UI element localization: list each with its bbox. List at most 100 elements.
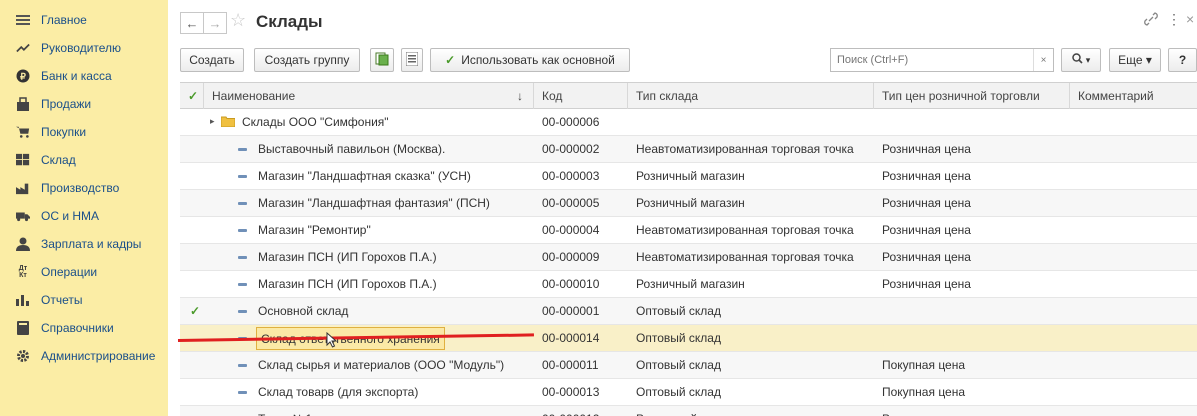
search-button[interactable]: ▾ bbox=[1061, 48, 1101, 72]
favorite-star-icon[interactable]: ☆ bbox=[230, 11, 246, 29]
cell-type: Оптовый склад bbox=[636, 358, 721, 372]
help-button[interactable]: ? bbox=[1168, 48, 1197, 72]
create-group-button[interactable]: Создать группу bbox=[254, 48, 360, 72]
sidebar-item-label: Покупки bbox=[41, 125, 87, 139]
cell-type: Оптовый склад bbox=[636, 331, 721, 345]
sidebar-item-main[interactable]: Главное bbox=[0, 6, 168, 34]
cell-price-type: Розничная цена bbox=[882, 223, 971, 237]
more-vertical-icon[interactable]: ⋮ bbox=[1167, 12, 1181, 26]
create-button-label: Создать bbox=[189, 53, 235, 67]
cell-code: 00-000013 bbox=[542, 385, 600, 399]
sidebar-item-manager[interactable]: Руководителю bbox=[0, 34, 168, 62]
trend-icon bbox=[16, 41, 30, 55]
table-row[interactable]: Точка №1 00-000012 Розничный магазин Роз… bbox=[180, 406, 1197, 416]
checkmark-icon: ✓ bbox=[445, 53, 456, 67]
bank-icon: ₽ bbox=[16, 69, 30, 83]
cell-name: Склад сырья и материалов (ООО "Модуль") bbox=[258, 358, 505, 372]
more-button[interactable]: Еще ▾ bbox=[1109, 48, 1161, 72]
cell-type bbox=[628, 109, 874, 135]
column-header-comment[interactable]: Комментарий bbox=[1070, 83, 1197, 109]
cell-code: 00-000014 bbox=[542, 331, 600, 345]
cell-name: Магазин ПСН (ИП Горохов П.А.) bbox=[258, 250, 437, 264]
cell-price-type: Розничная цена bbox=[882, 169, 971, 183]
table-row[interactable]: ✓ Основной склад 00-000001 Оптовый склад bbox=[180, 298, 1197, 325]
cell-type: Неавтоматизированная торговая точка bbox=[636, 250, 854, 264]
sidebar-item-label: Справочники bbox=[41, 321, 114, 335]
more-button-label: Еще ▾ bbox=[1118, 53, 1152, 67]
svg-text:₽: ₽ bbox=[20, 72, 26, 82]
cell-name: Магазин "Ландшафтная сказка" (УСН) bbox=[258, 169, 471, 183]
column-header-type[interactable]: Тип склада bbox=[628, 83, 874, 109]
sidebar-item-label: Зарплата и кадры bbox=[41, 237, 142, 251]
use-as-main-label: Использовать как основной bbox=[461, 53, 615, 67]
cell-name: Основной склад bbox=[258, 304, 349, 318]
link-icon[interactable] bbox=[1144, 12, 1158, 28]
sidebar-item-label: Продажи bbox=[41, 97, 92, 111]
table-row[interactable]: Магазин "Ремонтир" 00-000004 Неавтоматиз… bbox=[180, 217, 1197, 244]
cell-code: 00-000010 bbox=[542, 277, 600, 291]
back-arrow-icon: ← bbox=[185, 15, 199, 31]
column-header-label: Тип цен розничной торговли bbox=[882, 89, 1040, 103]
warehouses-table: ✓ Наименование ↓ Код Тип склада Тип цен … bbox=[180, 82, 1197, 416]
copy-button[interactable] bbox=[370, 48, 394, 72]
sidebar-item-operations[interactable]: Дт Кт Операции bbox=[0, 258, 168, 286]
column-header-label: Комментарий bbox=[1078, 89, 1154, 103]
cell-type: Оптовый склад bbox=[636, 304, 721, 318]
column-header-name[interactable]: Наименование ↓ bbox=[204, 83, 534, 109]
sidebar-item-purchases[interactable]: Покупки bbox=[0, 118, 168, 146]
cell-code: 00-000011 bbox=[542, 358, 599, 372]
dt-kt-icon-text: Дт Кт bbox=[18, 265, 28, 279]
sidebar-item-admin[interactable]: Администрирование bbox=[0, 342, 168, 370]
sidebar-item-references[interactable]: Справочники bbox=[0, 314, 168, 342]
cell-price-type: Покупная цена bbox=[882, 358, 966, 372]
search-icon bbox=[1071, 53, 1083, 67]
table-row[interactable]: Выставочный павильон (Москва). 00-000002… bbox=[180, 136, 1197, 163]
sales-icon bbox=[16, 97, 30, 111]
check-header-icon: ✓ bbox=[188, 89, 199, 103]
use-as-main-button[interactable]: ✓ Использовать как основной bbox=[430, 48, 630, 72]
sidebar-item-reports[interactable]: Отчеты bbox=[0, 286, 168, 314]
table-row[interactable]: Магазин ПСН (ИП Горохов П.А.) 00-000009 … bbox=[180, 244, 1197, 271]
help-icon: ? bbox=[1178, 53, 1187, 67]
table-header: ✓ Наименование ↓ Код Тип склада Тип цен … bbox=[180, 83, 1197, 109]
cell-type: Розничный магазин bbox=[636, 196, 745, 210]
table-row[interactable]: Склад сырья и материалов (ООО "Модуль") … bbox=[180, 352, 1197, 379]
clear-search-icon[interactable]: × bbox=[1033, 49, 1053, 71]
sidebar-item-fixed-assets[interactable]: ОС и НМА bbox=[0, 202, 168, 230]
cell-code: 00-000004 bbox=[542, 223, 600, 237]
list-settings-button[interactable] bbox=[401, 48, 423, 72]
factory-icon bbox=[16, 181, 30, 195]
list-icon bbox=[405, 51, 419, 69]
create-button[interactable]: Создать bbox=[180, 48, 244, 72]
sidebar-item-label: Операции bbox=[41, 265, 98, 279]
sidebar-item-sales[interactable]: Продажи bbox=[0, 90, 168, 118]
sidebar-item-label: Администрирование bbox=[41, 349, 156, 363]
column-header-check[interactable]: ✓ bbox=[180, 83, 204, 109]
book-icon bbox=[16, 321, 30, 335]
sidebar-item-label: Отчеты bbox=[41, 293, 83, 307]
forward-button[interactable]: → bbox=[203, 12, 227, 34]
sidebar-item-bank[interactable]: ₽ Банк и касса bbox=[0, 62, 168, 90]
bar-chart-icon bbox=[16, 293, 30, 307]
table-row[interactable]: Склад товарв (для экспорта) 00-000013 Оп… bbox=[180, 379, 1197, 406]
cell-price-type bbox=[874, 325, 1070, 351]
cell-price-type: Розничная цена bbox=[882, 277, 971, 291]
sort-down-icon: ↓ bbox=[517, 89, 523, 103]
table-row[interactable]: Магазин "Ландшафтная сказка" (УСН) 00-00… bbox=[180, 163, 1197, 190]
column-header-code[interactable]: Код bbox=[534, 83, 628, 109]
sidebar-item-production[interactable]: Производство bbox=[0, 174, 168, 202]
cell-code: 00-000006 bbox=[542, 115, 600, 129]
cell-comment bbox=[1070, 109, 1197, 135]
close-icon[interactable]: × bbox=[1186, 12, 1194, 26]
cell-price-type: Розничная цена bbox=[882, 250, 971, 264]
gear-icon bbox=[16, 349, 30, 363]
back-button[interactable]: ← bbox=[180, 12, 204, 34]
sidebar-item-salary[interactable]: Зарплата и кадры bbox=[0, 230, 168, 258]
column-header-price-type[interactable]: Тип цен розничной торговли bbox=[874, 83, 1070, 109]
table-row[interactable]: Магазин ПСН (ИП Горохов П.А.) 00-000010 … bbox=[180, 271, 1197, 298]
table-row[interactable]: Магазин "Ландшафтная фантазия" (ПСН) 00-… bbox=[180, 190, 1197, 217]
table-row[interactable]: ▸ Склады ООО "Симфония" 00-000006 bbox=[180, 109, 1197, 136]
search-input[interactable] bbox=[837, 52, 1027, 68]
column-header-label: Код bbox=[542, 89, 563, 103]
sidebar-item-warehouse[interactable]: Склад bbox=[0, 146, 168, 174]
